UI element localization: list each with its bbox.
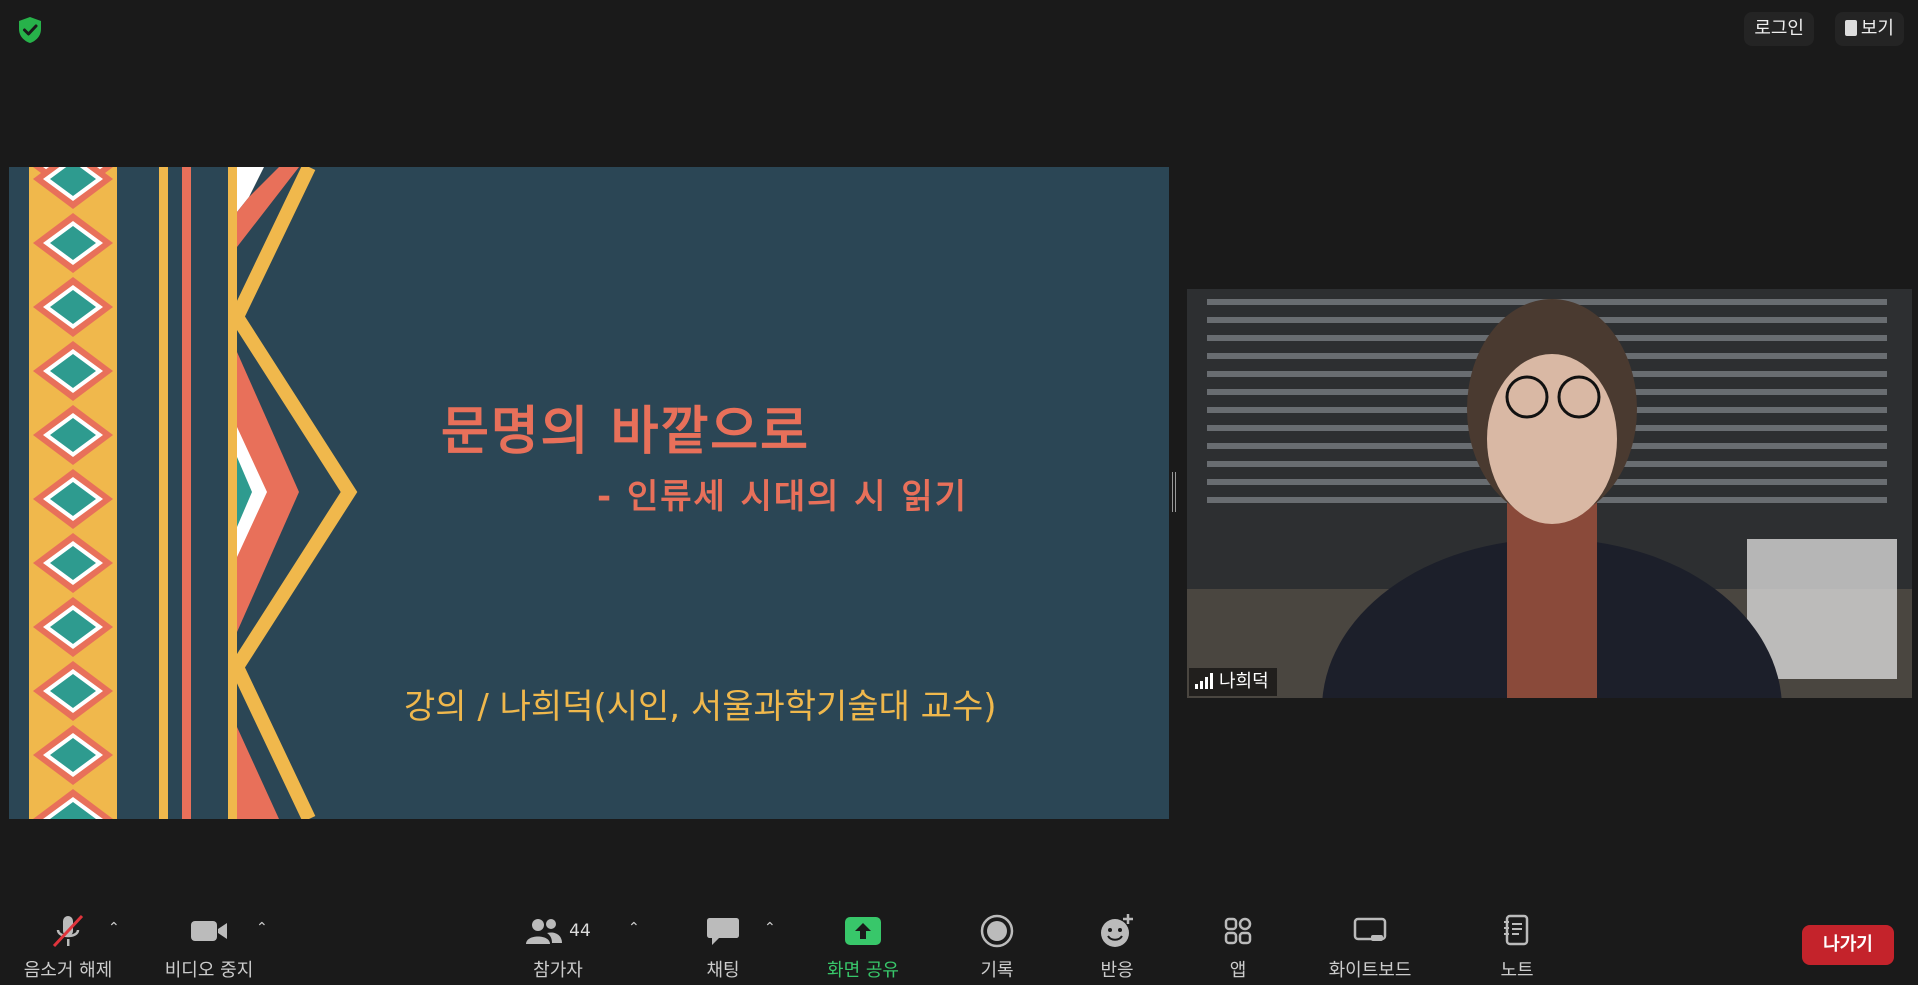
apps-icon bbox=[1168, 912, 1308, 950]
signal-strength-icon bbox=[1195, 673, 1213, 689]
panel-resize-handle[interactable] bbox=[1172, 472, 1177, 512]
participant-name-tag: 나희덕 bbox=[1189, 668, 1277, 696]
participants-options-chevron-up-icon[interactable]: ⌃ bbox=[628, 920, 648, 940]
participants-button[interactable]: 44 참가자 bbox=[488, 912, 628, 982]
stop-video-label: 비디오 중지 bbox=[164, 960, 254, 981]
record-icon bbox=[927, 912, 1067, 950]
slide-subtitle: - 인류세 시대의 시 읽기 bbox=[597, 477, 968, 517]
view-layout-icon bbox=[1844, 20, 1857, 36]
participant-name: 나희덕 bbox=[1219, 671, 1269, 692]
reactions-button[interactable]: 반응 bbox=[1047, 912, 1187, 982]
view-button[interactable]: 보기 bbox=[1834, 12, 1904, 46]
meeting-toolbar: 음소거 해제 ⌃ 비디오 중지 ⌃ 44 참가자 ⌃ 채팅 ⌃ 화면 공유 기록… bbox=[0, 900, 1918, 985]
record-button[interactable]: 기록 bbox=[927, 912, 1067, 982]
participant-video-tile[interactable]: 나희덕 bbox=[1187, 289, 1912, 698]
top-bar: 로그인 보기 bbox=[0, 0, 1918, 56]
login-label: 로그인 bbox=[1754, 18, 1804, 39]
video-options-chevron-up-icon[interactable]: ⌃ bbox=[256, 920, 276, 940]
whiteboard-label: 화이트보드 bbox=[1328, 960, 1412, 981]
participant-video-feed bbox=[1187, 289, 1912, 698]
participants-count: 44 bbox=[569, 921, 591, 941]
share-screen-arrow-icon bbox=[793, 912, 933, 950]
participants-label: 참가자 bbox=[533, 960, 583, 981]
chat-options-chevron-up-icon[interactable]: ⌃ bbox=[764, 920, 784, 940]
record-label: 기록 bbox=[980, 960, 1014, 981]
unmute-label: 음소거 해제 bbox=[23, 960, 113, 981]
audio-options-chevron-up-icon[interactable]: ⌃ bbox=[108, 920, 128, 940]
leave-label: 나가기 bbox=[1823, 934, 1873, 955]
tribal-pattern-decoration bbox=[29, 167, 358, 819]
notes-label: 노트 bbox=[1500, 960, 1534, 981]
notes-button[interactable]: 노트 bbox=[1447, 912, 1587, 982]
smiley-add-icon bbox=[1047, 912, 1187, 950]
share-screen-button[interactable]: 화면 공유 bbox=[793, 912, 933, 982]
login-button[interactable]: 로그인 bbox=[1744, 12, 1814, 46]
slide-lecturer: 강의 / 나희덕(시인, 서울과학기술대 교수) bbox=[404, 687, 997, 727]
reactions-label: 반응 bbox=[1100, 960, 1134, 981]
share-screen-label: 화면 공유 bbox=[827, 960, 899, 981]
leave-meeting-button[interactable]: 나가기 bbox=[1802, 925, 1894, 965]
security-shield-icon[interactable] bbox=[14, 14, 46, 46]
apps-button[interactable]: 앱 bbox=[1168, 912, 1308, 982]
participants-icon bbox=[526, 919, 563, 944]
apps-label: 앱 bbox=[1229, 960, 1247, 981]
slide-title: 문명의 바깥으로 bbox=[441, 402, 810, 462]
view-label: 보기 bbox=[1860, 18, 1894, 39]
whiteboard-icon bbox=[1300, 912, 1440, 950]
notes-icon bbox=[1447, 912, 1587, 950]
whiteboard-button[interactable]: 화이트보드 bbox=[1300, 912, 1440, 982]
shared-screen: 문명의 바깥으로 - 인류세 시대의 시 읽기 강의 / 나희덕(시인, 서울과… bbox=[9, 167, 1169, 819]
chat-label: 채팅 bbox=[706, 960, 740, 981]
